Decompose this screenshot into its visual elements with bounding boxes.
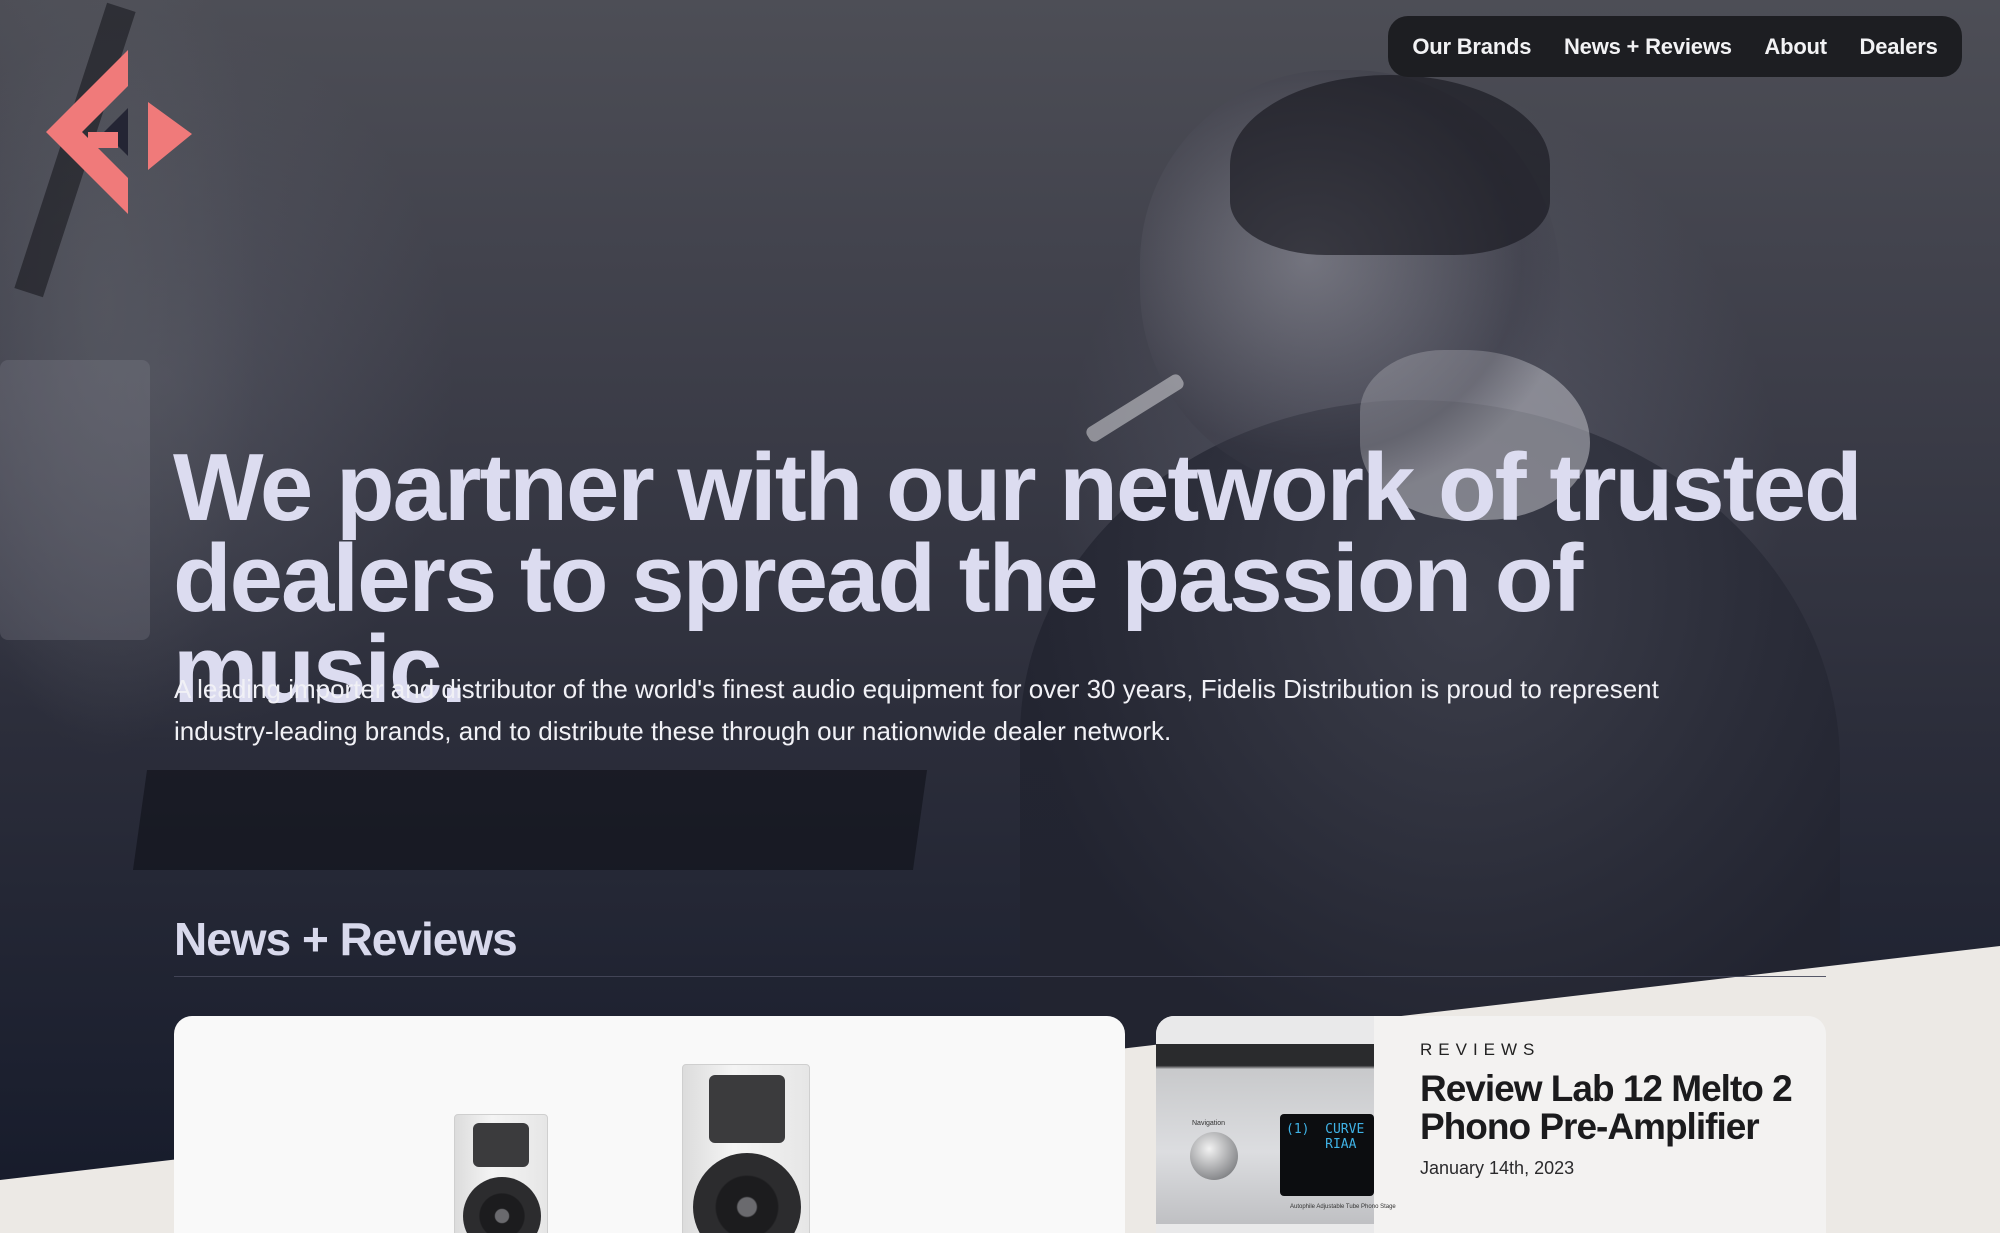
phono-preamp-image: Navigation (1) CURVE RIAA Autophile Adju… <box>1156 1016 1396 1233</box>
amp-navigation-label: Navigation <box>1192 1120 1226 1127</box>
review-date: January 14th, 2023 <box>1420 1158 1575 1178</box>
speaker-small-image <box>454 1114 548 1233</box>
amp-display-line-2: RIAA <box>1286 1137 1357 1152</box>
review-category: REVIEWS <box>1420 1040 1541 1059</box>
news-section-title: News + Reviews <box>174 913 518 965</box>
photo-musician-hair <box>1230 75 1550 255</box>
nav-news-reviews[interactable]: News + Reviews <box>1564 34 1732 60</box>
news-card-speakers[interactable] <box>174 1016 1125 1233</box>
photo-piano <box>132 770 928 870</box>
review-card-body: REVIEWS Review Lab 12 Melto 2 Phono Pre-… <box>1420 1040 1810 1179</box>
top-nav: Our Brands News + Reviews About Dealers <box>1388 16 1962 77</box>
nav-our-brands[interactable]: Our Brands <box>1412 34 1531 60</box>
amp-front-panel: Navigation (1) CURVE RIAA Autophile Adju… <box>1156 1044 1396 1224</box>
fidelis-f-logo-icon <box>46 50 192 214</box>
photo-sheet-music <box>0 360 150 640</box>
review-title[interactable]: Review Lab 12 Melto 2 Phono Pre-Amplifie… <box>1420 1070 1810 1146</box>
amp-display: (1) CURVE RIAA <box>1280 1114 1374 1196</box>
hero-intro-line-1: A leading importer and distributor of th… <box>174 674 1659 704</box>
amp-caption: Autophile Adjustable Tube Phono Stage <box>1290 1204 1396 1210</box>
section-divider <box>174 976 1826 977</box>
speaker-woofer <box>463 1177 541 1233</box>
fidelis-logo-link[interactable] <box>46 50 192 222</box>
nav-dealers[interactable]: Dealers <box>1860 34 1938 60</box>
nav-about[interactable]: About <box>1764 34 1827 60</box>
speaker-tweeter <box>473 1123 529 1167</box>
speaker-large-image <box>682 1064 810 1233</box>
speaker-woofer <box>693 1153 801 1233</box>
amp-knob-icon <box>1190 1132 1238 1180</box>
news-card-review[interactable]: Navigation (1) CURVE RIAA Autophile Adju… <box>1156 1016 1826 1233</box>
speaker-tweeter <box>709 1075 785 1143</box>
hero-intro-line-2: industry-leading brands, and to distribu… <box>174 716 1172 746</box>
hero-intro: A leading importer and distributor of th… <box>174 668 1774 752</box>
amp-display-line-1: (1) CURVE <box>1286 1122 1365 1137</box>
hero-headline-line-1: We partner with our network of trusted <box>173 434 1863 541</box>
